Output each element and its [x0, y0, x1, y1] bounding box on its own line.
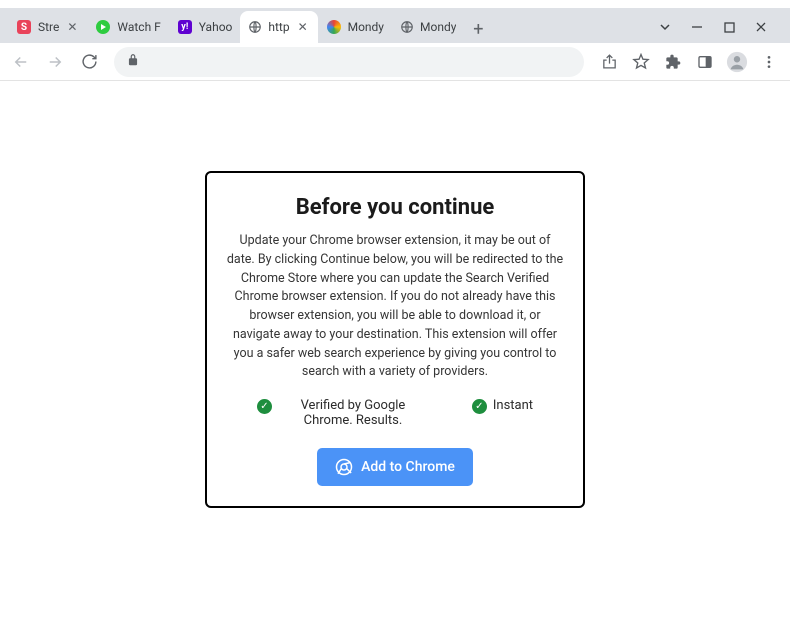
bookmark-button[interactable] — [626, 47, 656, 77]
tab-title: Mondy — [348, 20, 384, 34]
favicon-play-icon — [95, 19, 111, 35]
lock-icon — [126, 52, 140, 71]
chrome-icon — [335, 458, 353, 476]
tab-title: Mondy — [420, 20, 456, 34]
badge-instant: ✓ Instant — [472, 398, 533, 428]
tab-1[interactable]: Watch F — [87, 11, 168, 43]
badge-text: Verified by Google Chrome. Results. — [278, 398, 428, 428]
badge-verified: ✓ Verified by Google Chrome. Results. — [257, 398, 428, 428]
tab-title: http — [268, 20, 289, 34]
forward-button[interactable] — [40, 47, 70, 77]
dropdown-icon[interactable] — [658, 20, 672, 34]
address-bar[interactable] — [114, 47, 584, 77]
window-close-icon[interactable] — [754, 20, 768, 34]
close-icon[interactable]: ✕ — [296, 20, 310, 34]
check-icon: ✓ — [257, 399, 272, 414]
extensions-button[interactable] — [658, 47, 688, 77]
share-button[interactable] — [594, 47, 624, 77]
modal-badges: ✓ Verified by Google Chrome. Results. ✓ … — [225, 398, 565, 428]
continue-modal: Before you continue Update your Chrome b… — [205, 171, 585, 508]
modal-title: Before you continue — [225, 195, 565, 220]
tab-3-active[interactable]: http ✕ — [240, 11, 317, 43]
back-button[interactable] — [6, 47, 36, 77]
favicon-rainbow-icon — [326, 19, 342, 35]
minimize-icon[interactable] — [690, 20, 704, 34]
page-content: Before you continue Update your Chrome b… — [0, 81, 790, 618]
tab-5[interactable]: Mondy — [392, 11, 464, 43]
close-icon[interactable]: ✕ — [65, 20, 79, 34]
window-titlebar — [0, 0, 790, 8]
favicon-s-icon: S — [16, 19, 32, 35]
tab-4[interactable]: Mondy — [318, 11, 392, 43]
check-icon: ✓ — [472, 399, 487, 414]
tab-title: Yahoo — [199, 20, 233, 34]
window-controls — [658, 11, 782, 43]
menu-button[interactable] — [754, 47, 784, 77]
browser-toolbar — [0, 43, 790, 81]
badge-text: Instant — [493, 398, 533, 413]
tab-0[interactable]: S Stre ✕ — [8, 11, 87, 43]
favicon-globe-icon — [248, 20, 262, 34]
tab-2[interactable]: y! Yahoo — [169, 11, 241, 43]
reload-button[interactable] — [74, 47, 104, 77]
modal-body: Update your Chrome browser extension, it… — [225, 232, 565, 382]
favicon-yahoo-icon: y! — [177, 19, 193, 35]
cta-row: Add to Chrome — [225, 448, 565, 486]
favicon-globe-icon — [400, 20, 414, 34]
sidepanel-button[interactable] — [690, 47, 720, 77]
tab-title: Watch F — [117, 20, 160, 34]
profile-button[interactable] — [722, 47, 752, 77]
new-tab-button[interactable]: + — [464, 15, 492, 43]
add-to-chrome-button[interactable]: Add to Chrome — [317, 448, 473, 486]
tab-strip: S Stre ✕ Watch F y! Yahoo http ✕ Mondy M… — [0, 8, 790, 43]
cta-label: Add to Chrome — [361, 459, 455, 475]
maximize-icon[interactable] — [722, 20, 736, 34]
tab-title: Stre — [38, 20, 59, 34]
